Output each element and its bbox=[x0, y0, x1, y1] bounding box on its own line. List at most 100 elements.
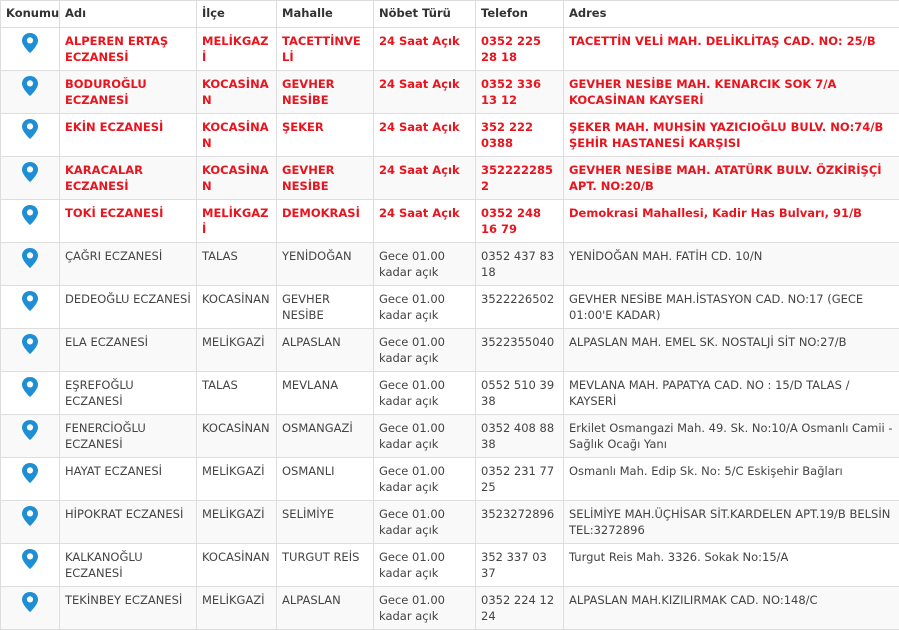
phone: 3523272896 bbox=[476, 501, 564, 544]
pharmacy-name: KARACALAR ECZANESİ bbox=[60, 157, 197, 200]
map-pin-icon[interactable] bbox=[21, 376, 39, 398]
duty-type: 24 Saat Açık bbox=[374, 71, 476, 114]
pharmacy-name: TEKİNBEY ECZANESİ bbox=[60, 587, 197, 630]
map-pin-icon[interactable] bbox=[21, 161, 39, 183]
neighborhood: SELİMİYE bbox=[277, 501, 374, 544]
pharmacy-name: HAYAT ECZANESİ bbox=[60, 458, 197, 501]
location-cell bbox=[1, 114, 60, 157]
pharmacy-table: Konumu Adı İlçe Mahalle Nöbet Türü Telef… bbox=[0, 0, 899, 630]
location-cell bbox=[1, 329, 60, 372]
address: Erkilet Osmangazi Mah. 49. Sk. No:10/A O… bbox=[564, 415, 899, 458]
map-pin-icon[interactable] bbox=[21, 32, 39, 54]
phone: 352 222 0388 bbox=[476, 114, 564, 157]
map-pin-icon[interactable] bbox=[21, 247, 39, 269]
col-header-name: Adı bbox=[60, 1, 197, 28]
map-pin-icon[interactable] bbox=[21, 333, 39, 355]
location-cell bbox=[1, 71, 60, 114]
location-cell bbox=[1, 200, 60, 243]
col-header-duty-type: Nöbet Türü bbox=[374, 1, 476, 28]
duty-type: Gece 01.00 kadar açık bbox=[374, 286, 476, 329]
address: GEVHER NESİBE MAH. ATATÜRK BULV. ÖZKİRİŞ… bbox=[564, 157, 899, 200]
map-pin-icon[interactable] bbox=[21, 548, 39, 570]
table-row: FENERCİOĞLU ECZANESİ KOCASİNAN OSMANGAZİ… bbox=[1, 415, 899, 458]
phone: 0352 231 77 25 bbox=[476, 458, 564, 501]
phone: 0352 437 83 18 bbox=[476, 243, 564, 286]
map-pin-icon[interactable] bbox=[21, 118, 39, 140]
district: KOCASİNAN bbox=[197, 71, 277, 114]
table-row: EKİN ECZANESİ KOCASİNAN ŞEKER 24 Saat Aç… bbox=[1, 114, 899, 157]
duty-type: Gece 01.00 kadar açık bbox=[374, 329, 476, 372]
col-header-district: İlçe bbox=[197, 1, 277, 28]
district: KOCASİNAN bbox=[197, 415, 277, 458]
neighborhood: GEVHER NESİBE bbox=[277, 157, 374, 200]
table-row: EŞREFOĞLU ECZANESİ TALAS MEVLANA Gece 01… bbox=[1, 372, 899, 415]
map-pin-icon[interactable] bbox=[21, 290, 39, 312]
address: GEVHER NESİBE MAH.İSTASYON CAD. NO:17 (G… bbox=[564, 286, 899, 329]
phone: 3522222852 bbox=[476, 157, 564, 200]
location-cell bbox=[1, 157, 60, 200]
neighborhood: OSMANLI bbox=[277, 458, 374, 501]
table-row: ALPEREN ERTAŞ ECZANESİ MELİKGAZİ TACETTİ… bbox=[1, 28, 899, 71]
address: SELİMİYE MAH.ÜÇHİSAR SİT.KARDELEN APT.19… bbox=[564, 501, 899, 544]
district: KOCASİNAN bbox=[197, 286, 277, 329]
map-pin-icon[interactable] bbox=[21, 591, 39, 613]
address: Osmanlı Mah. Edip Sk. No: 5/C Eskişehir … bbox=[564, 458, 899, 501]
address: ALPASLAN MAH. EMEL SK. NOSTALJİ SİT NO:2… bbox=[564, 329, 899, 372]
table-row: TEKİNBEY ECZANESİ MELİKGAZİ ALPASLAN Gec… bbox=[1, 587, 899, 630]
map-pin-icon[interactable] bbox=[21, 462, 39, 484]
address: ŞEKER MAH. MUHSİN YAZICIOĞLU BULV. NO:74… bbox=[564, 114, 899, 157]
neighborhood: GEVHER NESİBE bbox=[277, 286, 374, 329]
duty-type: Gece 01.00 kadar açık bbox=[374, 243, 476, 286]
duty-type: 24 Saat Açık bbox=[374, 200, 476, 243]
table-row: HAYAT ECZANESİ MELİKGAZİ OSMANLI Gece 01… bbox=[1, 458, 899, 501]
phone: 352 337 03 37 bbox=[476, 544, 564, 587]
district: MELİKGAZİ bbox=[197, 329, 277, 372]
neighborhood: MEVLANA bbox=[277, 372, 374, 415]
address: YENİDOĞAN MAH. FATİH CD. 10/N bbox=[564, 243, 899, 286]
table-header-row: Konumu Adı İlçe Mahalle Nöbet Türü Telef… bbox=[1, 1, 899, 28]
phone: 0352 408 88 38 bbox=[476, 415, 564, 458]
phone: 0352 336 13 12 bbox=[476, 71, 564, 114]
district: MELİKGAZİ bbox=[197, 587, 277, 630]
phone: 3522226502 bbox=[476, 286, 564, 329]
district: TALAS bbox=[197, 243, 277, 286]
address: GEVHER NESİBE MAH. KENARCIK SOK 7/A KOCA… bbox=[564, 71, 899, 114]
map-pin-icon[interactable] bbox=[21, 204, 39, 226]
address: ALPASLAN MAH.KIZILIRMAK CAD. NO:148/C bbox=[564, 587, 899, 630]
map-pin-icon[interactable] bbox=[21, 75, 39, 97]
table-row: ELA ECZANESİ MELİKGAZİ ALPASLAN Gece 01.… bbox=[1, 329, 899, 372]
map-pin-icon[interactable] bbox=[21, 505, 39, 527]
pharmacy-name: ÇAĞRI ECZANESİ bbox=[60, 243, 197, 286]
phone: 0552 510 39 38 bbox=[476, 372, 564, 415]
location-cell bbox=[1, 587, 60, 630]
col-header-address: Adres bbox=[564, 1, 899, 28]
neighborhood: TURGUT REİS bbox=[277, 544, 374, 587]
location-cell bbox=[1, 372, 60, 415]
location-cell bbox=[1, 458, 60, 501]
location-cell bbox=[1, 544, 60, 587]
district: MELİKGAZİ bbox=[197, 28, 277, 71]
table-row: DEDEOĞLU ECZANESİ KOCASİNAN GEVHER NESİB… bbox=[1, 286, 899, 329]
neighborhood: ALPASLAN bbox=[277, 329, 374, 372]
neighborhood: ALPASLAN bbox=[277, 587, 374, 630]
neighborhood: TACETTİNVELİ bbox=[277, 28, 374, 71]
table-row: KARACALAR ECZANESİ KOCASİNAN GEVHER NESİ… bbox=[1, 157, 899, 200]
pharmacy-name: ELA ECZANESİ bbox=[60, 329, 197, 372]
pharmacy-name: DEDEOĞLU ECZANESİ bbox=[60, 286, 197, 329]
neighborhood: OSMANGAZİ bbox=[277, 415, 374, 458]
pharmacy-name: EŞREFOĞLU ECZANESİ bbox=[60, 372, 197, 415]
phone: 0352 225 28 18 bbox=[476, 28, 564, 71]
duty-type: Gece 01.00 kadar açık bbox=[374, 544, 476, 587]
neighborhood: DEMOKRASİ bbox=[277, 200, 374, 243]
table-row: KALKANOĞLU ECZANESİ KOCASİNAN TURGUT REİ… bbox=[1, 544, 899, 587]
duty-type: Gece 01.00 kadar açık bbox=[374, 415, 476, 458]
neighborhood: ŞEKER bbox=[277, 114, 374, 157]
phone: 0352 224 12 24 bbox=[476, 587, 564, 630]
col-header-location: Konumu bbox=[1, 1, 60, 28]
map-pin-icon[interactable] bbox=[21, 419, 39, 441]
address: MEVLANA MAH. PAPATYA CAD. NO : 15/D TALA… bbox=[564, 372, 899, 415]
pharmacy-name: TOKİ ECZANESİ bbox=[60, 200, 197, 243]
address: Demokrasi Mahallesi, Kadir Has Bulvarı, … bbox=[564, 200, 899, 243]
district: MELİKGAZİ bbox=[197, 458, 277, 501]
location-cell bbox=[1, 243, 60, 286]
